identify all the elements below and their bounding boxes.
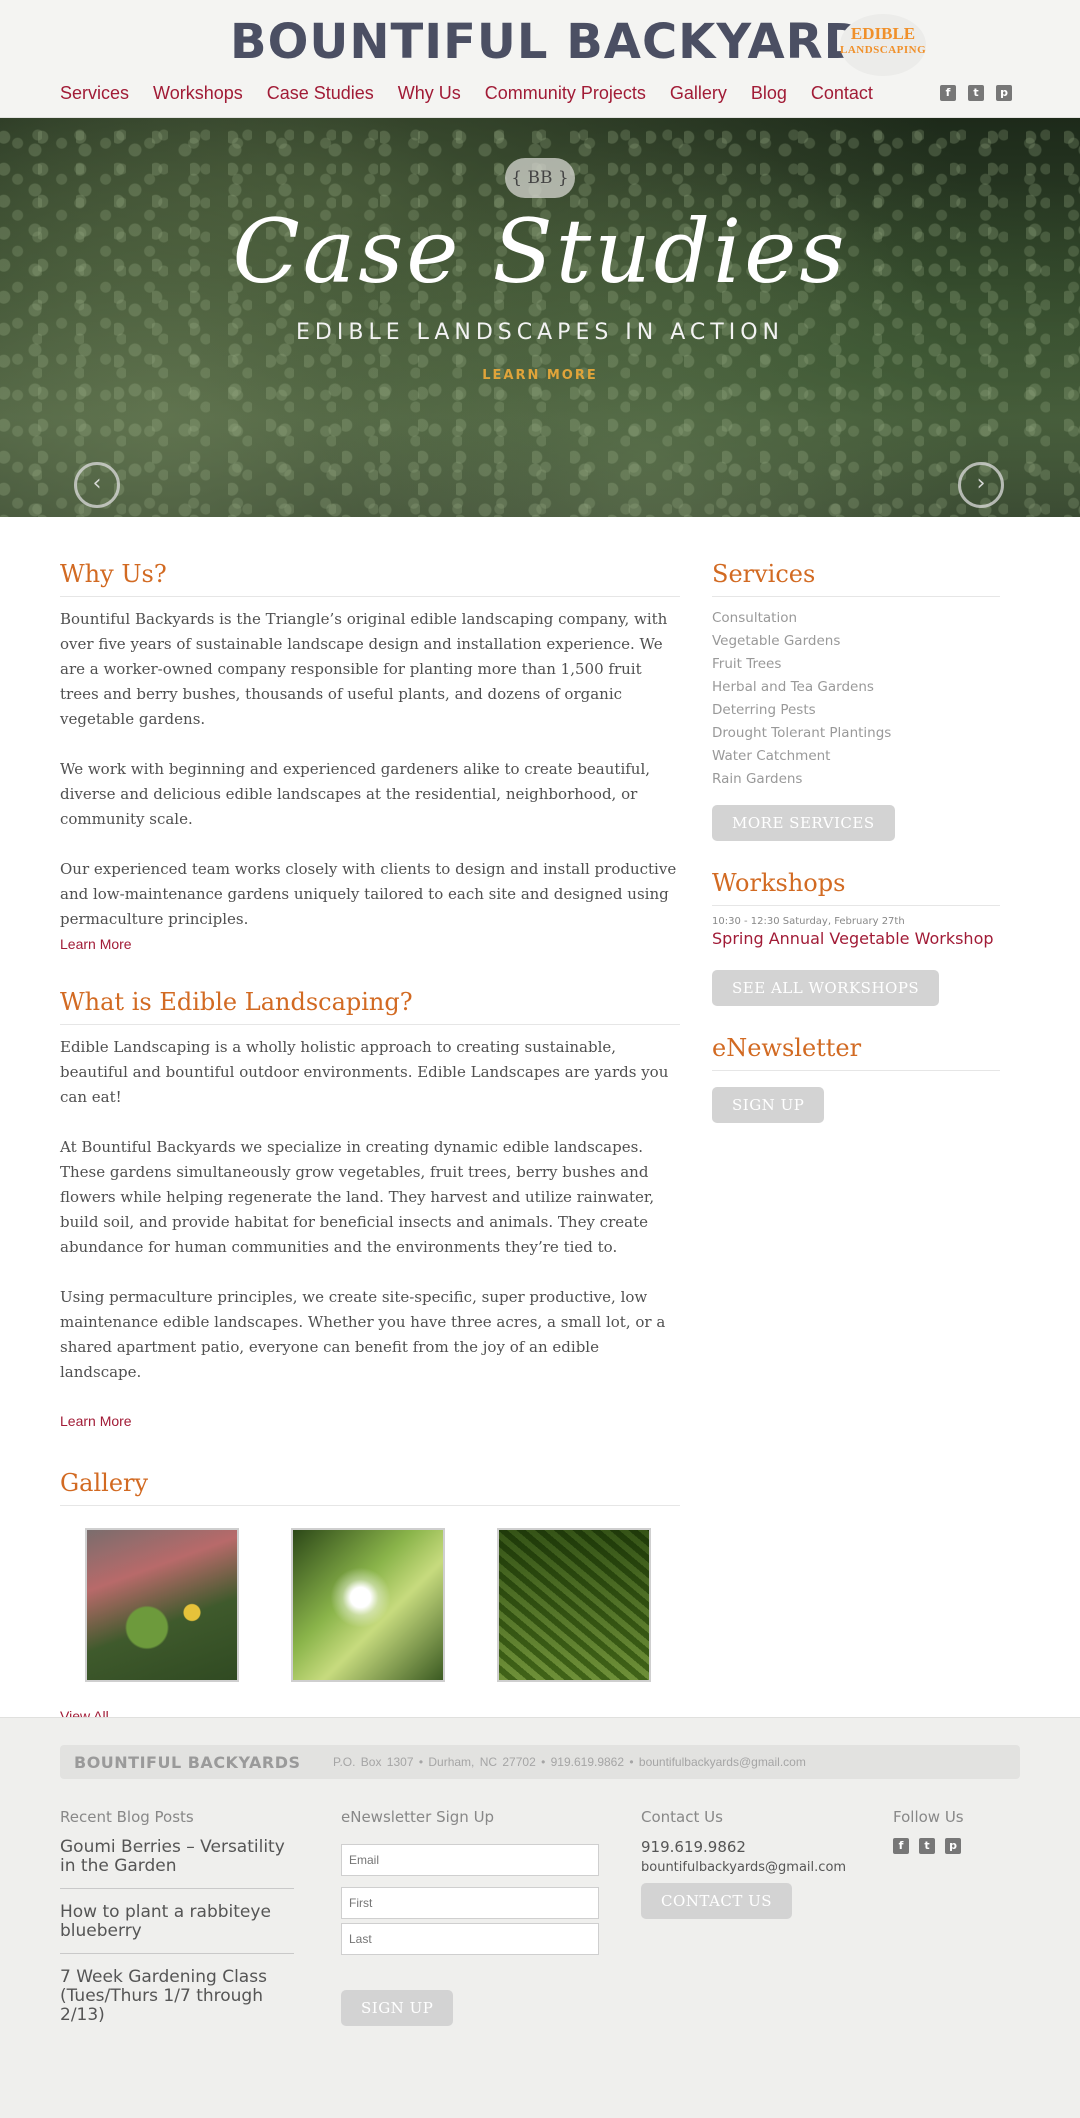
more-services-button[interactable]: MORE SERVICES <box>712 805 895 841</box>
footer-newsletter-column: eNewsletter Sign Up SIGN UP <box>341 1808 599 2026</box>
gallery-thumbnail[interactable] <box>291 1528 445 1682</box>
service-item[interactable]: Consultation <box>712 607 1000 630</box>
why-us-paragraph: Our experienced team works closely with … <box>60 860 677 928</box>
nav-services[interactable]: Services <box>60 83 129 104</box>
service-item[interactable]: Deterring Pests <box>712 699 1000 722</box>
twitter-icon[interactable]: t <box>968 85 984 101</box>
nav-community-projects[interactable]: Community Projects <box>485 83 646 104</box>
service-item[interactable]: Vegetable Gardens <box>712 630 1000 653</box>
chevron-right-icon[interactable]: › <box>958 462 1004 508</box>
workshop-date: 10:30 - 12:30 Saturday, February 27th <box>712 916 905 927</box>
edible-paragraph: Using permaculture principles, we create… <box>60 1288 666 1381</box>
nav-contact[interactable]: Contact <box>811 83 873 104</box>
footer-info-bar: BOUNTIFUL BACKYARDS P.O. Box 1307 • Durh… <box>60 1745 1020 1779</box>
main-nav: Services Workshops Case Studies Why Us C… <box>60 83 873 104</box>
gallery-heading: Gallery <box>60 1469 680 1506</box>
nav-gallery[interactable]: Gallery <box>670 83 727 104</box>
footer-logo[interactable]: BOUNTIFUL BACKYARDS <box>74 1753 301 1772</box>
email-field[interactable] <box>341 1844 599 1876</box>
recent-posts-heading: Recent Blog Posts <box>60 1808 194 1826</box>
facebook-icon[interactable]: f <box>893 1838 909 1854</box>
pinterest-icon[interactable]: p <box>996 85 1012 101</box>
why-us-learn-more-link[interactable]: Learn More <box>60 936 132 952</box>
site-logo[interactable]: BOUNTIFUL BACKYARDS <box>230 14 900 70</box>
contact-email[interactable]: bountifulbackyards@gmail.com <box>641 1860 846 1875</box>
service-item[interactable]: Herbal and Tea Gardens <box>712 676 1000 699</box>
services-heading: Services <box>712 560 1000 597</box>
site-footer: BOUNTIFUL BACKYARDS P.O. Box 1307 • Durh… <box>0 1717 1080 2118</box>
hero-subtitle: EDIBLE LANDSCAPES IN ACTION <box>296 320 784 345</box>
footer-follow-column: Follow Us f t p <box>893 1808 964 1854</box>
last-name-field[interactable] <box>341 1923 599 1955</box>
bb-monogram: { BB } <box>505 158 575 198</box>
newsletter-signup-button[interactable]: SIGN UP <box>712 1087 825 1123</box>
why-us-paragraph: We work with beginning and experienced g… <box>60 760 651 828</box>
footer-contact-column: Contact Us 919.619.9862 bountifulbackyar… <box>641 1808 846 1919</box>
badge-line-2: LANDSCAPING <box>840 44 927 56</box>
edible-paragraph: At Bountiful Backyards we specialize in … <box>60 1138 655 1256</box>
footer-signup-button[interactable]: SIGN UP <box>341 1990 454 2026</box>
hero-title: Case Studies <box>232 200 848 303</box>
blog-post-link[interactable]: 7 Week Gardening Class (Tues/Thurs 1/7 t… <box>60 1968 294 2037</box>
hero-learn-more-link[interactable]: LEARN MORE <box>0 368 1080 383</box>
nav-workshops[interactable]: Workshops <box>153 83 243 104</box>
why-us-heading: Why Us? <box>60 560 680 597</box>
nav-why-us[interactable]: Why Us <box>398 83 461 104</box>
pinterest-icon[interactable]: p <box>945 1838 961 1854</box>
gallery-thumbnails <box>85 1528 680 1682</box>
service-item[interactable]: Fruit Trees <box>712 653 1000 676</box>
newsletter-signup-heading: eNewsletter Sign Up <box>341 1808 495 1826</box>
blog-post-link[interactable]: Goumi Berries – Versatility in the Garde… <box>60 1838 294 1889</box>
gallery-thumbnail[interactable] <box>85 1528 239 1682</box>
footer-blog-column: Recent Blog Posts Goumi Berries – Versat… <box>60 1808 294 2051</box>
nav-blog[interactable]: Blog <box>751 83 787 104</box>
edible-landscaping-heading: What is Edible Landscaping? <box>60 988 680 1025</box>
workshops-heading: Workshops <box>712 869 1000 906</box>
chevron-left-icon[interactable]: ‹ <box>74 462 120 508</box>
contact-phone: 919.619.9862 <box>641 1838 746 1856</box>
hero-slider: { BB } Case Studies EDIBLE LANDSCAPES IN… <box>0 118 1080 517</box>
gallery-thumbnail[interactable] <box>497 1528 651 1682</box>
service-item[interactable]: Rain Gardens <box>712 768 1000 791</box>
contact-heading: Contact Us <box>641 1808 723 1826</box>
site-header: BOUNTIFUL BACKYARDS EDIBLE LANDSCAPING S… <box>0 0 1080 118</box>
nav-case-studies[interactable]: Case Studies <box>267 83 374 104</box>
enewsletter-heading: eNewsletter <box>712 1034 1000 1071</box>
service-item[interactable]: Water Catchment <box>712 745 1000 768</box>
workshop-title-link[interactable]: Spring Annual Vegetable Workshop <box>712 929 1000 948</box>
services-list: Consultation Vegetable Gardens Fruit Tre… <box>712 607 1000 791</box>
header-social: f t p <box>940 85 1012 101</box>
sidebar: Services Consultation Vegetable Gardens … <box>712 560 1000 1123</box>
footer-address: P.O. Box 1307 • Durham, NC 27702 • 919.6… <box>333 1755 806 1769</box>
edible-learn-more-link[interactable]: Learn More <box>60 1413 132 1429</box>
twitter-icon[interactable]: t <box>919 1838 935 1854</box>
contact-us-button[interactable]: CONTACT US <box>641 1883 793 1919</box>
service-item[interactable]: Drought Tolerant Plantings <box>712 722 1000 745</box>
follow-us-heading: Follow Us <box>893 1808 964 1826</box>
blog-post-link[interactable]: How to plant a rabbiteye blueberry <box>60 1903 294 1954</box>
footer-social: f t p <box>893 1838 964 1854</box>
first-name-field[interactable] <box>341 1887 599 1919</box>
see-all-workshops-button[interactable]: SEE ALL WORKSHOPS <box>712 970 940 1006</box>
edible-landscaping-badge: EDIBLE LANDSCAPING <box>840 14 926 76</box>
why-us-paragraph: Bountiful Backyards is the Triangle’s or… <box>60 610 668 728</box>
facebook-icon[interactable]: f <box>940 85 956 101</box>
badge-line-1: EDIBLE <box>850 24 916 43</box>
main-content: Why Us? Bountiful Backyards is the Trian… <box>60 560 680 1726</box>
edible-paragraph: Edible Landscaping is a wholly holistic … <box>60 1038 669 1106</box>
